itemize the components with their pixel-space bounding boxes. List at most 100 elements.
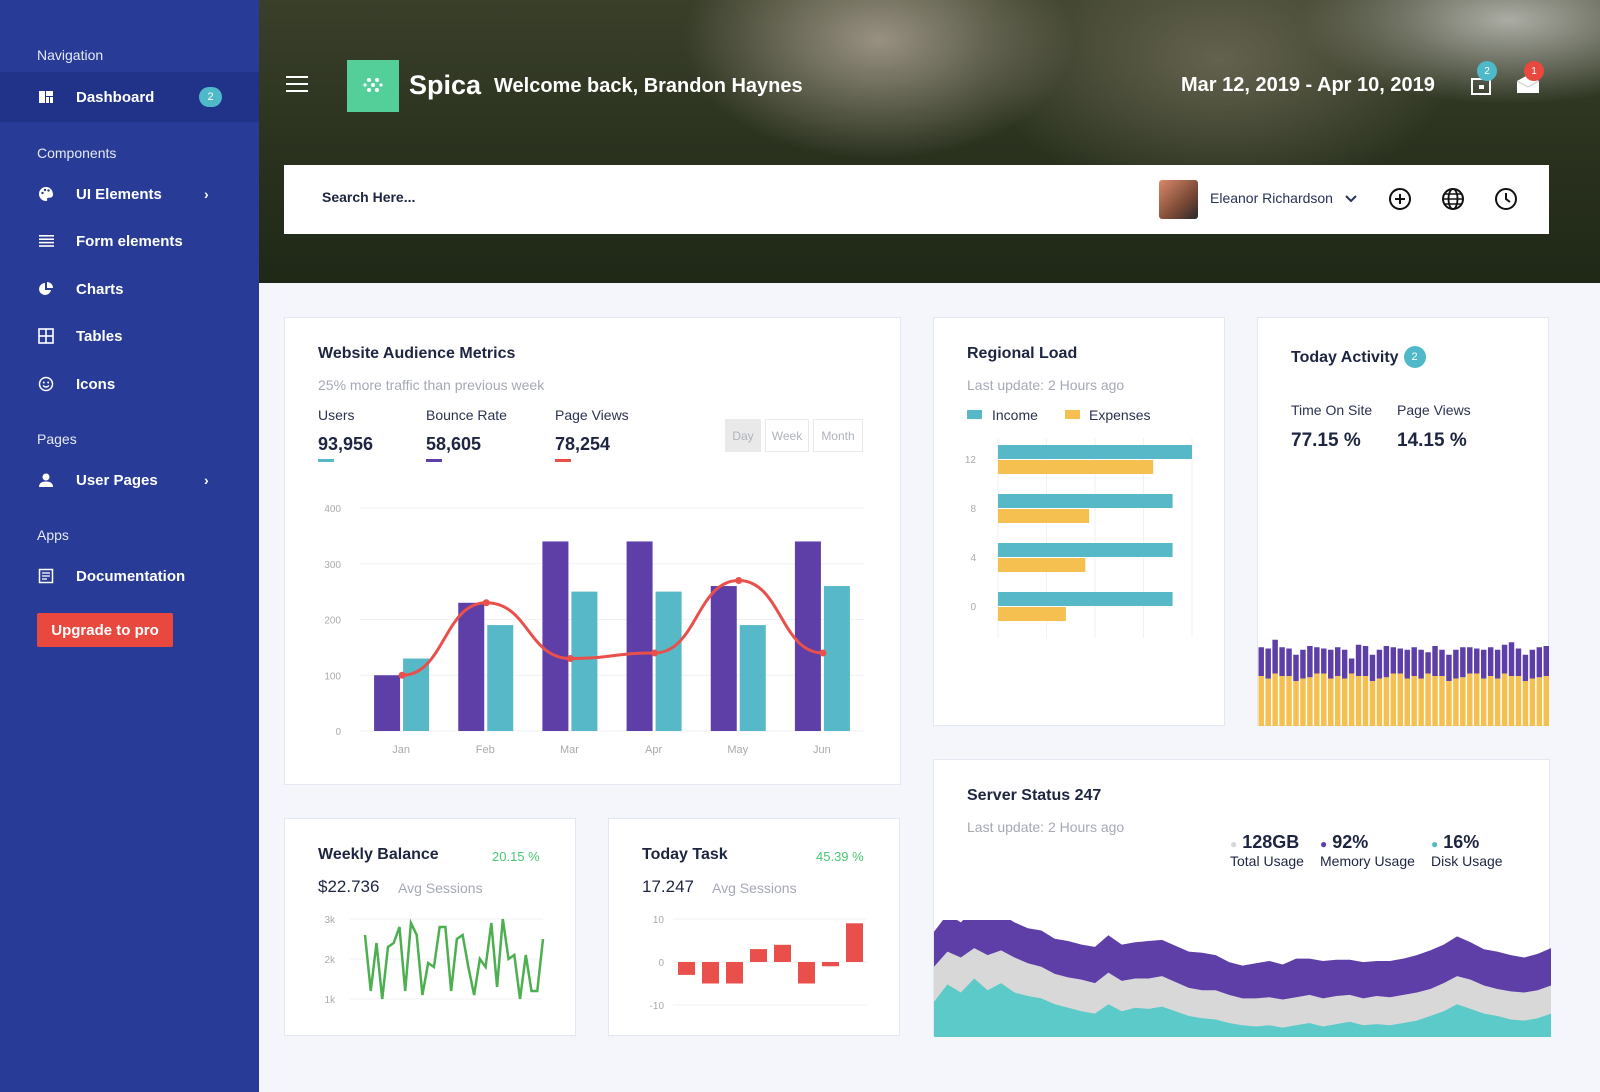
bar-base xyxy=(1446,681,1452,726)
bar-top xyxy=(1418,649,1424,679)
mail-badge: 1 xyxy=(1524,61,1544,81)
activity-badge: 2 xyxy=(1403,346,1426,368)
bar-income xyxy=(998,592,1173,606)
bar-base xyxy=(1272,673,1278,726)
y-tick-label: 8 xyxy=(970,504,976,515)
user-icon xyxy=(37,471,55,489)
bar-top xyxy=(1460,647,1466,678)
bar-base xyxy=(1286,676,1292,726)
sidebar-item-user-pages[interactable]: User Pages › xyxy=(0,456,259,504)
bar-top xyxy=(1300,649,1306,679)
bar-base xyxy=(1341,678,1348,726)
logo xyxy=(347,60,399,112)
line-point xyxy=(398,671,406,679)
stat-value: 128GB xyxy=(1242,832,1300,852)
bar xyxy=(750,949,767,962)
globe-icon[interactable] xyxy=(1441,187,1465,211)
legend-expenses: Expenses xyxy=(1089,407,1151,423)
bar-base xyxy=(1460,677,1466,726)
range-month-button[interactable]: Month xyxy=(813,419,863,452)
pageviews-marker xyxy=(555,459,571,462)
y-tick-label: 400 xyxy=(324,504,341,515)
sidebar-item-tables[interactable]: Tables xyxy=(0,312,259,360)
stat-value: 92% xyxy=(1332,832,1369,852)
today-task-card: Today Task 45.39 % 17.247 Avg Sessions -… xyxy=(608,818,900,1036)
bar-top xyxy=(1536,647,1543,678)
y-tick-label: 100 xyxy=(324,671,341,682)
avatar[interactable] xyxy=(1159,180,1198,219)
stat-value-time: 77.15 % xyxy=(1291,430,1361,451)
stat-value-bounce: 58,605 xyxy=(426,434,482,454)
regional-load-card: Regional Load Last update: 2 Hours ago I… xyxy=(933,317,1225,726)
stat-label-time: Time On Site xyxy=(1291,402,1373,418)
legend-income: Income xyxy=(992,407,1038,423)
section-components: Components xyxy=(37,145,117,161)
bar-teal xyxy=(739,625,766,731)
server-stat-memory: ● 92% Memory Usage xyxy=(1320,832,1415,869)
weekly-balance-card: Weekly Balance 20.15 % $22.736 Avg Sessi… xyxy=(284,818,576,1036)
search-input[interactable] xyxy=(322,189,822,205)
user-menu[interactable]: Eleanor Richardson xyxy=(1210,190,1357,206)
bar-base xyxy=(1439,676,1445,726)
inbox-badge: 2 xyxy=(1477,61,1497,81)
bar-top xyxy=(1446,654,1452,681)
bar-top xyxy=(1404,649,1410,679)
stat-value-users: 93,956 xyxy=(318,434,374,454)
bar-base xyxy=(1265,678,1271,726)
bar-top xyxy=(1258,647,1264,676)
clock-icon[interactable] xyxy=(1494,187,1518,211)
y-tick-label: 10 xyxy=(653,915,665,926)
brand-name: Spica xyxy=(409,70,482,100)
add-icon[interactable] xyxy=(1388,187,1412,211)
bar-base xyxy=(1362,676,1369,726)
dot-icon: ● xyxy=(1320,837,1328,851)
sidebar-item-label: Form elements xyxy=(76,232,183,250)
server-chart xyxy=(934,920,1551,1037)
bar-teal xyxy=(487,625,514,731)
bounce-marker xyxy=(426,459,442,462)
bar-expenses xyxy=(998,607,1066,621)
sidebar-item-dashboard[interactable]: Dashboard 2 xyxy=(0,72,259,122)
range-week-button[interactable]: Week xyxy=(765,419,809,452)
stat-label: Disk Usage xyxy=(1431,853,1503,869)
header-banner xyxy=(259,0,1600,283)
weekly-change: 20.15 % xyxy=(492,849,540,864)
stat-label-users: Users xyxy=(318,407,355,423)
sidebar-item-documentation[interactable]: Documentation xyxy=(0,552,259,600)
sidebar-item-icons[interactable]: Icons xyxy=(0,360,259,408)
bar-purple xyxy=(710,586,737,731)
sidebar-item-label: Dashboard xyxy=(76,88,155,106)
sidebar-item-ui-elements[interactable]: UI Elements › xyxy=(0,170,259,218)
palette-icon xyxy=(37,185,55,203)
bar-top xyxy=(1543,646,1549,676)
table-icon xyxy=(37,327,55,345)
stat-label: Memory Usage xyxy=(1320,853,1415,869)
stat-label-bounce: Bounce Rate xyxy=(426,407,507,423)
bar-base xyxy=(1383,677,1390,726)
sidebar-item-charts[interactable]: Charts xyxy=(0,265,259,313)
bar-top xyxy=(1341,649,1348,679)
bar-top xyxy=(1279,647,1285,676)
bar-base xyxy=(1348,673,1355,726)
bar xyxy=(678,962,695,975)
range-day-button[interactable]: Day xyxy=(725,419,761,452)
menu-icon[interactable] xyxy=(286,76,308,92)
bar-base xyxy=(1508,676,1515,726)
upgrade-button[interactable]: Upgrade to pro xyxy=(37,613,173,647)
date-range[interactable]: Mar 12, 2019 - Apr 10, 2019 xyxy=(1181,74,1435,97)
bar-base xyxy=(1279,676,1285,726)
stat-value-pageviews: 14.15 % xyxy=(1397,430,1467,451)
section-apps: Apps xyxy=(37,527,69,543)
bar-top xyxy=(1480,649,1487,679)
users-marker xyxy=(318,459,334,462)
card-title-text: Today Activity xyxy=(1291,349,1399,366)
bar-top xyxy=(1362,646,1369,676)
bar-top xyxy=(1265,648,1271,679)
stat-value: 16% xyxy=(1443,832,1480,852)
line-point xyxy=(566,655,574,663)
bar-teal xyxy=(823,586,850,731)
sidebar-item-form-elements[interactable]: Form elements xyxy=(0,217,259,265)
bar-purple xyxy=(458,602,485,731)
dashboard-icon xyxy=(37,88,55,106)
bar-top xyxy=(1355,644,1362,676)
